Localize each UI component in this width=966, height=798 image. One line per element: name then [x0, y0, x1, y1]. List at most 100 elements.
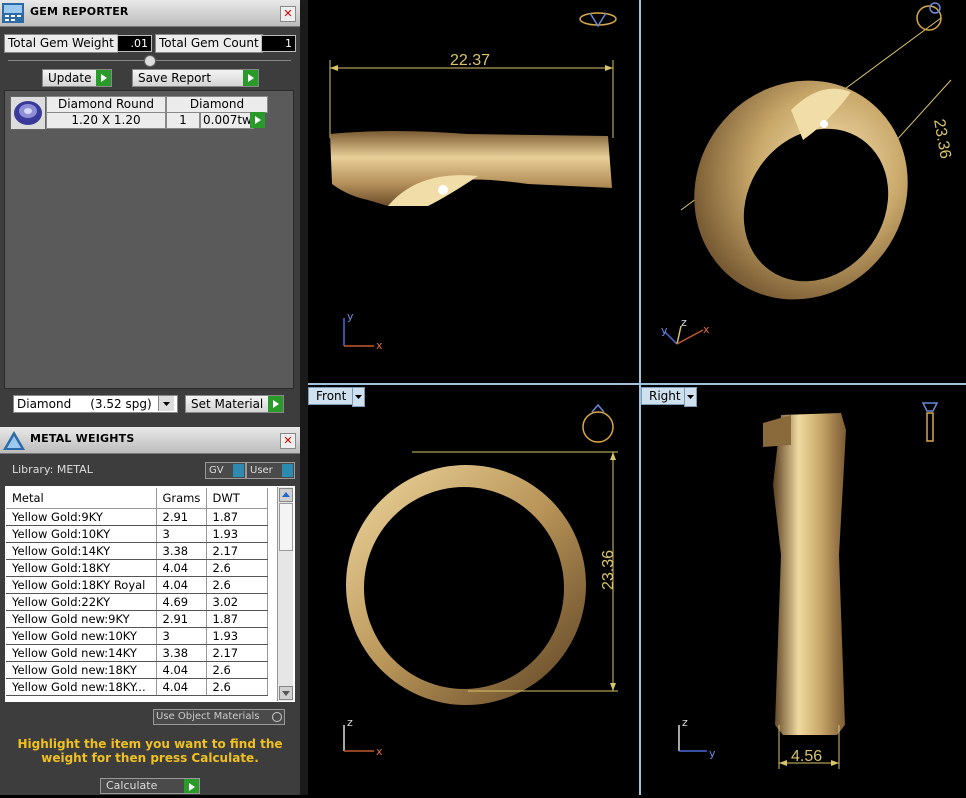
table-row[interactable]: Yellow Gold:14KY 3.38 2.17 [6, 542, 268, 560]
table-row[interactable]: Yellow Gold:22KY 4.69 3.02 [6, 593, 268, 611]
axis-label: z [682, 716, 688, 729]
calculate-button-label: Calculate [106, 779, 158, 792]
update-button[interactable]: Update [42, 69, 112, 87]
dwt-cell: 1.87 [206, 508, 268, 526]
viewport-perspective[interactable]: 23.36 y z x [641, 0, 966, 383]
dimension-label: 23.36 [930, 118, 954, 160]
table-row[interactable]: Yellow Gold new:9KY 2.91 1.87 [6, 610, 268, 628]
view-cube-icon[interactable] [582, 403, 614, 443]
table-row[interactable]: Yellow Gold new:18KY... 4.04 2.6 [6, 678, 268, 696]
table-row[interactable]: Yellow Gold new:18KY 4.04 2.6 [6, 661, 268, 679]
grams-cell: 3.38 [156, 542, 207, 560]
table-row[interactable]: Yellow Gold:10KY 3 1.93 [6, 525, 268, 543]
gem-type-cell[interactable]: Diamond [166, 96, 268, 113]
metal-name-cell: Yellow Gold:18KY Royal [6, 576, 157, 594]
dwt-cell: 1.87 [206, 610, 268, 628]
axis-label: x [703, 323, 710, 336]
total-gem-weight-value: .01 [117, 35, 152, 52]
viewport-top[interactable]: 22.37 y x [308, 0, 639, 383]
library-label: Library: METAL [12, 463, 93, 476]
column-header-dwt[interactable]: DWT [206, 488, 268, 509]
gv-toggle[interactable]: GV [205, 462, 246, 479]
metal-name-cell: Yellow Gold:14KY [6, 542, 157, 560]
table-row[interactable]: Yellow Gold:18KY 4.04 2.6 [6, 559, 268, 577]
total-gem-count-value: 1 [261, 35, 296, 52]
gem-size-cell[interactable]: 1.20 X 1.20 [46, 112, 166, 129]
metal-table: Metal Grams DWT Yellow Gold:9KY 2.91 1.87 … [6, 488, 268, 696]
column-header-grams[interactable]: Grams [156, 488, 207, 509]
gem-list [4, 90, 294, 389]
table-row[interactable]: Yellow Gold:18KY Royal 4.04 2.6 [6, 576, 268, 594]
chevron-down-icon[interactable] [158, 396, 174, 411]
viewport-right[interactable]: 4.56 z y Right [641, 385, 966, 795]
gem-weight-cell[interactable]: 0.007tw [200, 112, 254, 129]
user-toggle[interactable]: User [246, 462, 295, 479]
material-select[interactable]: Diamond (3.52 spg) [13, 395, 178, 413]
axis-label: x [376, 339, 383, 352]
metal-name-cell: Yellow Gold new:14KY [6, 644, 157, 662]
dwt-cell: 3.02 [206, 593, 268, 611]
scroll-thumb[interactable] [279, 503, 293, 551]
viewport-front[interactable]: 23.36 z x Front [308, 385, 639, 795]
calculate-button[interactable]: Calculate [100, 778, 200, 794]
collapse-handle-icon[interactable] [144, 55, 156, 67]
viewport-name: Front [316, 389, 347, 403]
total-gem-weight-label: Total Gem Weight [4, 34, 118, 53]
view-cube-icon[interactable] [579, 12, 617, 28]
play-icon[interactable] [250, 112, 265, 128]
set-material-button[interactable]: Set Material [185, 395, 284, 413]
grams-cell: 4.69 [156, 593, 207, 611]
metal-name-cell: Yellow Gold:18KY [6, 559, 157, 577]
table-row[interactable]: Yellow Gold new:10KY 3 1.93 [6, 627, 268, 645]
play-icon [243, 70, 258, 86]
ring-render [330, 131, 612, 206]
dimension-label: 23.36 [600, 550, 617, 590]
close-icon[interactable]: ✕ [280, 433, 296, 449]
metal-name-cell: Yellow Gold new:18KY... [6, 678, 157, 696]
metal-weights-logo-icon [2, 430, 25, 450]
metal-name-cell: Yellow Gold new:18KY [6, 661, 157, 679]
scroll-down-icon[interactable] [279, 686, 293, 700]
dimension-label: 4.56 [791, 748, 822, 765]
material-select-value: Diamond (3.52 spg) [17, 397, 152, 411]
grams-cell: 2.91 [156, 610, 207, 628]
dwt-cell: 1.93 [206, 627, 268, 645]
metal-name-cell: Yellow Gold new:9KY [6, 610, 157, 628]
info-icon [282, 464, 293, 477]
view-cube-icon[interactable] [916, 2, 942, 31]
scroll-up-icon[interactable] [279, 488, 293, 502]
chevron-down-icon[interactable] [352, 387, 365, 407]
view-cube-icon[interactable] [921, 402, 939, 442]
dwt-cell: 2.6 [206, 559, 268, 577]
gem-reporter-logo-icon [2, 3, 24, 23]
save-report-button[interactable]: Save Report [132, 69, 259, 87]
dwt-cell: 2.6 [206, 576, 268, 594]
viewport-name: Right [649, 389, 681, 403]
set-material-button-label: Set Material [191, 397, 264, 411]
gem-count-cell[interactable]: 1 [166, 112, 200, 129]
metal-name-cell: Yellow Gold:22KY [6, 593, 157, 611]
gem-reporter-title: GEM REPORTER [30, 5, 129, 18]
left-panel: GEM REPORTER ✕ Total Gem Weight .01 Tota… [0, 0, 300, 795]
grams-cell: 3 [156, 525, 207, 543]
metal-weights-title: METAL WEIGHTS [30, 432, 135, 445]
metal-weights-titlebar: METAL WEIGHTS ✕ [0, 427, 300, 454]
chevron-down-icon[interactable] [684, 387, 697, 407]
panel-splitter[interactable] [300, 0, 308, 795]
gem-reporter-titlebar: GEM REPORTER ✕ [0, 0, 300, 27]
metal-table-scrollbar[interactable] [277, 487, 293, 701]
grams-cell: 3.38 [156, 644, 207, 662]
close-icon[interactable]: ✕ [280, 6, 296, 22]
dwt-cell: 1.93 [206, 525, 268, 543]
play-icon [268, 396, 283, 412]
dwt-cell: 2.17 [206, 644, 268, 662]
column-header-metal[interactable]: Metal [6, 488, 157, 509]
use-object-materials-toggle[interactable]: Use Object Materials [153, 709, 285, 725]
table-row[interactable]: Yellow Gold new:14KY 3.38 2.17 [6, 644, 268, 662]
grams-cell: 4.04 [156, 661, 207, 679]
table-row[interactable]: Yellow Gold:9KY 2.91 1.87 [6, 508, 268, 526]
dwt-cell: 2.6 [206, 678, 268, 696]
user-toggle-label: User [250, 465, 273, 476]
gem-thumbnail[interactable] [10, 96, 46, 130]
gem-shape-cell[interactable]: Diamond Round [46, 96, 166, 113]
